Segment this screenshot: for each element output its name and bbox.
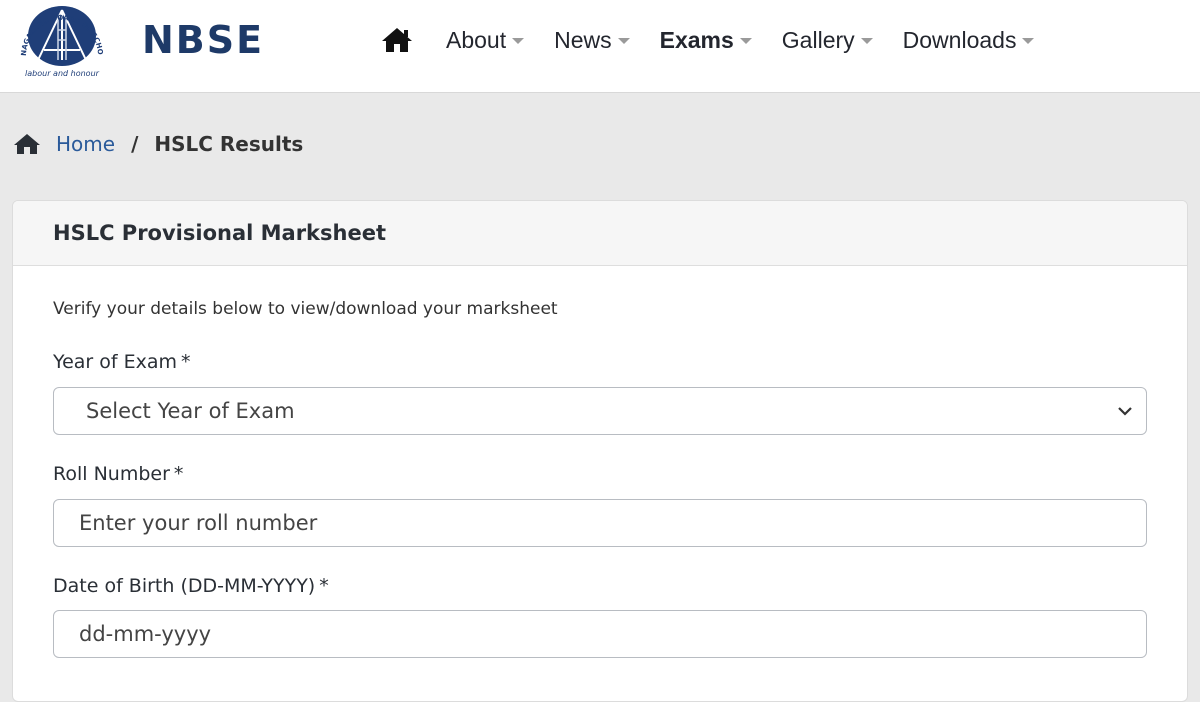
chevron-down-icon (1118, 407, 1132, 416)
caret-down-icon (617, 38, 630, 44)
caret-down-icon (860, 38, 873, 44)
site-header: NAGALAND BOARD OF SCHOOL EDUCATION labou… (0, 0, 1200, 93)
home-icon (14, 134, 40, 154)
date-of-birth-label: Date of Birth (DD-MM-YYYY) * (53, 575, 329, 597)
nav-item-label: News (554, 26, 612, 53)
home-icon (382, 28, 412, 52)
breadcrumb-home-link[interactable]: Home (56, 132, 115, 156)
select-value: Select Year of Exam (86, 399, 295, 423)
nav-item-gallery[interactable]: Gallery (782, 27, 873, 54)
year-of-exam-select[interactable]: Select Year of Exam (53, 387, 1147, 435)
logo-motto: labour and honour (25, 69, 100, 78)
card-header: HSLC Provisional Marksheet (13, 201, 1187, 266)
nav-item-label: About (446, 26, 507, 53)
nav-item-about[interactable]: About (446, 26, 525, 54)
required-mark: * (181, 351, 191, 373)
nav-item-label: Exams (659, 26, 734, 53)
brand-name[interactable]: NBSE (142, 18, 264, 62)
field-label-text: Year of Exam (53, 351, 178, 373)
nav-item-exams[interactable]: Exams (660, 27, 752, 54)
field-label-text: Roll Number (53, 463, 170, 485)
required-mark: * (319, 575, 329, 597)
required-mark: * (173, 463, 184, 485)
breadcrumb-current: HSLC Results (154, 132, 304, 156)
date-of-birth-input[interactable]: dd-mm-yyyy (53, 610, 1147, 658)
caret-down-icon (1022, 38, 1035, 44)
breadcrumb-separator: / (131, 132, 139, 156)
field-label-text: Date of Birth (DD-MM-YYYY) (53, 575, 316, 597)
caret-down-icon (739, 38, 752, 44)
nav-item-label: Downloads (902, 26, 1017, 53)
roll-number-input[interactable]: Enter your roll number (53, 499, 1147, 547)
marksheet-card: HSLC Provisional Marksheet Verify your d… (12, 200, 1188, 702)
caret-down-icon (512, 38, 525, 44)
nbse-emblem-icon[interactable]: NAGALAND BOARD OF SCHOOL EDUCATION labou… (5, 0, 114, 82)
input-placeholder: Enter your roll number (79, 511, 318, 535)
main-nav: About News Exams Gallery Downloads (380, 22, 1064, 58)
year-of-exam-label: Year of Exam * (53, 351, 191, 373)
nav-item-news[interactable]: News (554, 27, 630, 54)
breadcrumb: Home / HSLC Results (12, 132, 303, 156)
intro-text: Verify your details below to view/downlo… (53, 299, 558, 319)
roll-number-label: Roll Number * (53, 463, 183, 485)
nav-item-label: Gallery (781, 26, 855, 53)
input-placeholder: dd-mm-yyyy (79, 622, 212, 646)
card-title: HSLC Provisional Marksheet (53, 221, 386, 245)
nav-home-button[interactable] (380, 25, 416, 55)
nav-item-downloads[interactable]: Downloads (903, 27, 1035, 54)
